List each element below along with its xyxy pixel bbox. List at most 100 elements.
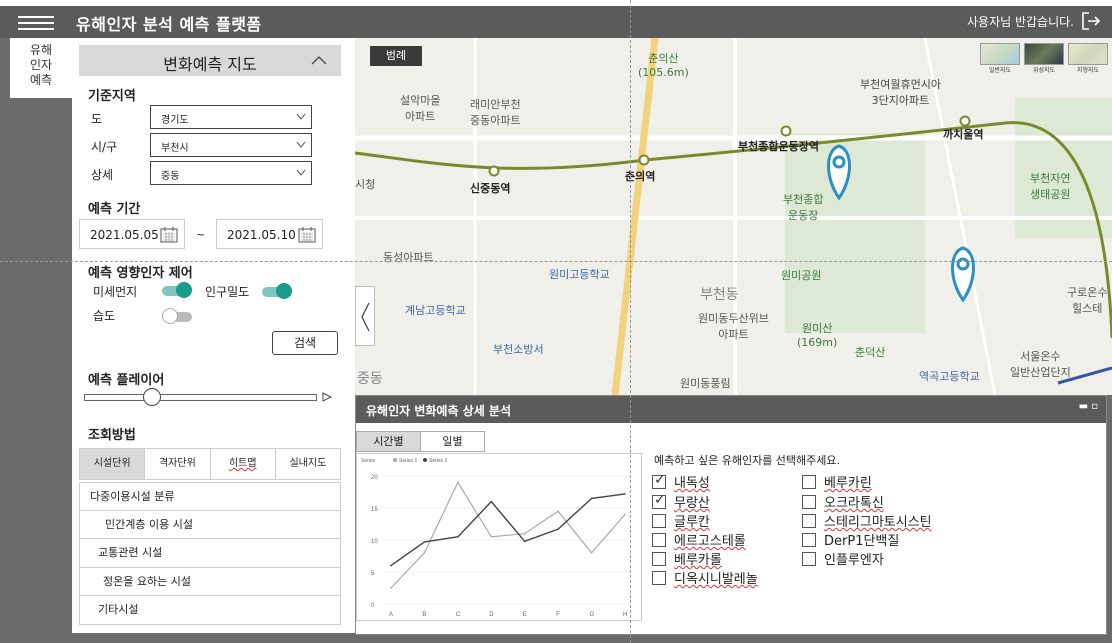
checkbox[interactable] <box>802 514 816 528</box>
checkbox[interactable] <box>802 495 816 509</box>
rail-item-label: 유해 인자 예측 <box>29 43 53 87</box>
factor-option-label: 오크라톡신 <box>824 496 884 511</box>
factor-option[interactable]: 무랑산 <box>652 492 710 511</box>
factor-option-label: 무랑산 <box>674 496 710 511</box>
x-tick-label: C <box>456 612 461 618</box>
y-tick-label: 10 <box>371 539 378 545</box>
play-icon[interactable] <box>322 392 332 402</box>
checkbox[interactable] <box>802 475 816 489</box>
map-label: 까치울역 <box>943 128 984 141</box>
view-method-label: 조회방법 <box>88 428 136 443</box>
panel-collapse-button[interactable] <box>355 286 375 346</box>
list-item-facility[interactable]: 기타시설 <box>79 596 341 625</box>
factor-option[interactable]: 에르고스테롤 <box>652 530 746 549</box>
x-tick-label: G <box>590 612 595 618</box>
checkbox[interactable] <box>652 533 666 547</box>
player-label: 예측 플레이어 <box>88 373 165 388</box>
factor-option[interactable]: 글루칸 <box>652 511 710 530</box>
checkbox[interactable] <box>652 552 666 566</box>
map-type-general[interactable]: 일반지도 <box>980 43 1020 74</box>
list-item-facility[interactable]: 정온을 요하는 시설 <box>79 567 341 596</box>
do-select-value: 경기도 <box>161 115 189 126</box>
map-label: 중동 <box>357 371 383 387</box>
toggle-label-fine-dust: 미세먼지 <box>93 285 138 299</box>
legend-button[interactable]: 범례 <box>370 46 422 66</box>
factor-option[interactable]: 인플루엔자 <box>802 549 884 568</box>
map-marker-icon[interactable] <box>951 246 975 303</box>
player-slider-track[interactable] <box>84 394 317 401</box>
data-point <box>590 552 593 554</box>
panel-header[interactable]: 변화예측 지도 <box>79 45 341 76</box>
checkbox[interactable] <box>652 571 666 585</box>
si-select[interactable]: 부천시 <box>150 133 312 157</box>
toggle-population-density[interactable] <box>262 283 292 299</box>
guide-line-vertical <box>630 0 631 643</box>
detail-select-value: 중동 <box>161 171 180 182</box>
factor-option[interactable]: 베루카롤 <box>652 549 722 568</box>
checkbox[interactable] <box>652 492 666 509</box>
factor-option[interactable]: 내독성 <box>652 472 710 491</box>
chevron-up-icon[interactable] <box>311 55 327 65</box>
tab-grid-unit[interactable]: 격자단위 <box>145 449 211 479</box>
tab-facility-unit[interactable]: 시설단위 <box>80 449 146 479</box>
factor-option[interactable]: 오크라톡신 <box>802 492 884 511</box>
calendar-icon[interactable] <box>160 226 178 243</box>
list-item-facility-category[interactable]: 다중이용시설 분류 <box>79 482 341 511</box>
do-select[interactable]: 경기도 <box>150 105 312 129</box>
map-view[interactable]: 춘의산 (105.6m) 설악마을 아파트 래미안부천 중동아파트 부천여월휴먼… <box>355 38 1112 395</box>
map-type-satellite[interactable]: 위성지도 <box>1024 43 1064 74</box>
menu-icon[interactable] <box>18 16 54 30</box>
trend-chart: 0 5 10 15 20 A B C D E F G H Series Series 1 Series 2 <box>356 453 642 621</box>
factor-option[interactable]: 베루카린 <box>802 472 872 491</box>
tab-heatmap[interactable]: 히트맵 <box>211 449 276 479</box>
calendar-icon[interactable] <box>298 226 316 243</box>
tab-indoor-map[interactable]: 실내지도 <box>276 449 340 479</box>
chevron-down-icon <box>296 141 306 148</box>
tab-daily[interactable]: 일별 <box>420 431 485 452</box>
date-from-value: 2021.05.05 <box>90 228 159 242</box>
checkbox[interactable] <box>652 514 666 528</box>
list-item-facility[interactable]: 교통관련 시설 <box>79 539 341 568</box>
logout-icon[interactable] <box>1080 10 1102 32</box>
x-tick-label: A <box>389 612 393 618</box>
list-item-facility[interactable]: 민간계층 이용 시설 <box>79 510 341 539</box>
detail-select[interactable]: 중동 <box>150 161 312 185</box>
map-type-terrain[interactable]: 지형지도 <box>1068 43 1108 74</box>
checkbox[interactable] <box>802 552 816 566</box>
guide-line-horizontal <box>0 261 1112 262</box>
map-label: 역곡고등학교 <box>919 370 980 383</box>
factor-option[interactable]: 스테리그마토시스틴 <box>802 511 932 530</box>
x-tick-label: F <box>556 612 560 618</box>
rail-item-hazard-prediction[interactable]: 유해 인자 예측 <box>10 38 72 98</box>
factor-option-label: 인플루엔자 <box>824 553 884 568</box>
factor-option[interactable]: 디옥시니발레놀 <box>652 568 758 587</box>
factor-option[interactable]: DerP1단백질 <box>802 530 899 549</box>
control-panel: 변화예측 지도 기준지역 도 경기도 시/구 부천시 상세 중동 예측 기간 2… <box>72 38 355 633</box>
map-type-label: 지형지도 <box>1076 67 1100 74</box>
tab-hourly[interactable]: 시간별 <box>356 431 421 452</box>
si-select-value: 부천시 <box>161 143 189 154</box>
data-point <box>490 536 493 538</box>
map-type-label: 위성지도 <box>1032 67 1056 74</box>
map-label: 부천자연 생태공원 <box>1030 172 1071 201</box>
minimize-icon[interactable]: ▬ <box>1079 401 1088 412</box>
search-button[interactable]: 검색 <box>272 331 338 355</box>
toggle-humidity[interactable] <box>162 308 192 324</box>
data-point <box>624 513 626 516</box>
factor-option-label: 에르고스테롤 <box>674 534 746 549</box>
data-point <box>557 510 559 512</box>
si-label: 시/구 <box>91 140 118 154</box>
date-to-input[interactable]: 2021.05.10 <box>216 219 323 249</box>
map-label: 춘의산 (105.6m) <box>638 52 689 79</box>
maximize-icon[interactable]: ▫ <box>1091 401 1098 412</box>
window-controls: ▬ ▫ <box>1079 401 1098 412</box>
map-label: 원미고등학교 <box>549 268 610 281</box>
data-point <box>523 540 526 543</box>
player-slider-handle[interactable] <box>143 388 162 406</box>
checkbox[interactable] <box>802 533 816 547</box>
period-label: 예측 기간 <box>88 202 141 217</box>
toggle-fine-dust[interactable] <box>162 282 192 298</box>
date-from-input[interactable]: 2021.05.05 <box>79 219 185 249</box>
detail-label: 상세 <box>91 168 114 182</box>
checkbox[interactable] <box>652 472 666 489</box>
